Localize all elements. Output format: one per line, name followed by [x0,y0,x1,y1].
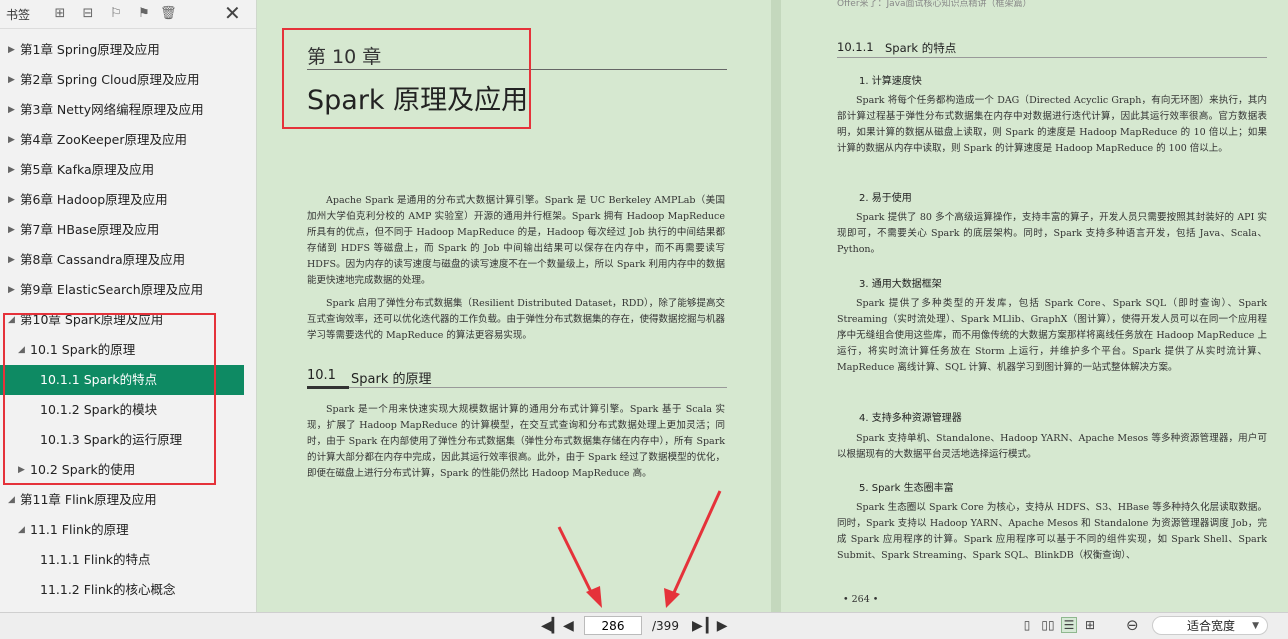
chevron-down-icon: ▼ [1252,621,1259,631]
expand-arrow-icon[interactable]: ▶ [8,95,15,125]
feature-heading: 4. 支持多种资源管理器 [859,413,962,424]
prev-page-icon[interactable]: ◀ [563,617,574,635]
toc-item-11-1-1[interactable]: 11.1.1 Flink的特点 [0,545,244,575]
feature-heading: 1. 计算速度快 [859,76,922,87]
section-rule-accent [307,386,349,389]
toc-item-ch4[interactable]: ▶ 第4章 ZooKeeper原理及应用 [0,125,244,155]
intro-paragraph: Apache Spark 是通用的分布式大数据计算引擎。Spark 是 UC B… [307,195,725,286]
highlight-box-chapter [282,28,531,129]
zoom-mode-select[interactable]: 适合宽度 ▼ [1152,616,1268,635]
section-rule [307,387,727,388]
expand-arrow-icon[interactable]: ▶ [8,125,15,155]
pdf-page-left: 第 10 章 Spark 原理及应用 Apache Spark 是通用的分布式大… [257,0,771,612]
collapse-all-icon[interactable]: ⊟ [80,6,96,22]
first-page-icon[interactable]: ◀▎ [541,617,563,635]
subsection-title: Spark 的特点 [885,41,957,55]
feature-paragraph: Spark 提供了 80 多个高级运算操作，支持丰富的算子，开发人员只需要按照其… [837,212,1267,255]
toc-item-11-1-2[interactable]: 11.1.2 Flink的核心概念 [0,575,244,605]
zoom-mode-value: 适合宽度 [1187,619,1236,633]
page-gutter [771,0,781,612]
feature-heading: 2. 易于使用 [859,193,912,204]
principle-paragraph: Spark 是一个用来快速实现大规模数据计算的通用分布式计算引擎。Spark 基… [307,404,725,479]
feature-paragraph: Spark 支持单机、Standalone、Hadoop YARN、Apache… [837,433,1267,460]
toc-item-11-1[interactable]: ◢ 11.1 Flink的原理 [0,515,244,545]
page-total: /399 [652,619,679,633]
expand-arrow-icon[interactable]: ▶ [8,245,15,275]
collapse-arrow-icon[interactable]: ◢ [8,485,15,515]
toc-item-ch1[interactable]: ▶ 第1章 Spring原理及应用 [0,35,244,65]
next-page-icon[interactable]: ▶ [692,617,703,635]
continuous-icon[interactable]: ☰ [1061,617,1077,633]
running-header: Offer来了：Java面试核心知识点精讲（框架篇） [837,0,1032,9]
zoom-out-icon[interactable]: ⊖ [1126,616,1139,634]
two-page-icon[interactable]: ▯▯ [1041,618,1055,632]
single-page-icon[interactable]: ▯ [1020,618,1034,632]
toc-item-ch8[interactable]: ▶ 第8章 Cassandra原理及应用 [0,245,244,275]
expand-arrow-icon[interactable]: ▶ [8,155,15,185]
section-number: 10.1 [307,368,336,383]
expand-arrow-icon[interactable]: ▶ [8,185,15,215]
printed-page-number: • 264 • [843,594,879,605]
toc-item-ch6[interactable]: ▶ 第6章 Hadoop原理及应用 [0,185,244,215]
section-title: Spark 的原理 [351,372,432,387]
sidebar-title: 书签 [6,8,31,22]
delete-bookmark-icon[interactable]: 🗑 [160,6,177,22]
subsection-rule [837,57,1267,58]
toc-item-ch3[interactable]: ▶ 第3章 Netty网络编程原理及应用 [0,95,244,125]
bottom-toolbar: ◀▎ ◀ /399 ▶ ▎▶ ▯ ▯▯ ☰ ⊞ ⊖ 适合宽度 ▼ [0,612,1288,639]
pdf-page-right: Offer来了：Java面试核心知识点精讲（框架篇） 10.1.1 Spark … [781,0,1288,612]
feature-paragraph: Spark 将每个任务都构造成一个 DAG（Directed Acyclic G… [837,95,1267,154]
expand-arrow-icon[interactable]: ▶ [8,35,15,65]
toc-item-ch11[interactable]: ◢ 第11章 Flink原理及应用 [0,485,244,515]
highlight-box-toc [3,313,216,485]
page-number-input[interactable] [584,616,642,635]
expand-arrow-icon[interactable]: ▶ [8,65,15,95]
expand-arrow-icon[interactable]: ▶ [8,275,15,305]
add-bookmark-icon[interactable]: ⚐ [108,6,124,22]
subsection-number: 10.1.1 [837,40,874,54]
toc-item-ch9[interactable]: ▶ 第9章 ElasticSearch原理及应用 [0,275,244,305]
expand-arrow-icon[interactable]: ▶ [8,215,15,245]
bookmark-sidebar: 书签 ⊞ ⊟ ⚐ ⚑ 🗑 ✕ ▶ 第1章 Spring原理及应用 ▶ 第2章 Spr… [0,0,257,612]
rdd-paragraph: Spark 启用了弹性分布式数据集（Resilient Distributed … [307,298,726,341]
feature-heading: 5. Spark 生态圈丰富 [859,483,954,494]
feature-paragraph: Spark 提供了多种类型的开发库，包括 Spark Core、Spark SQ… [837,298,1267,373]
feature-heading: 3. 通用大数据框架 [859,279,942,290]
toc-item-ch2[interactable]: ▶ 第2章 Spring Cloud原理及应用 [0,65,244,95]
close-icon[interactable]: ✕ [224,3,241,23]
toc-item-ch7[interactable]: ▶ 第7章 HBase原理及应用 [0,215,244,245]
sidebar-toolbar: 书签 ⊞ ⊟ ⚐ ⚑ 🗑 ✕ [0,0,256,29]
edit-bookmark-icon[interactable]: ⚑ [136,6,152,22]
last-page-icon[interactable]: ▎▶ [706,617,728,635]
collapse-arrow-icon[interactable]: ◢ [18,515,25,545]
feature-paragraph: Spark 生态圈以 Spark Core 为核心，支持从 HDFS、S3、HB… [837,502,1267,561]
facing-icon[interactable]: ⊞ [1083,618,1097,632]
toc-item-ch5[interactable]: ▶ 第5章 Kafka原理及应用 [0,155,244,185]
expand-all-icon[interactable]: ⊞ [52,6,68,22]
